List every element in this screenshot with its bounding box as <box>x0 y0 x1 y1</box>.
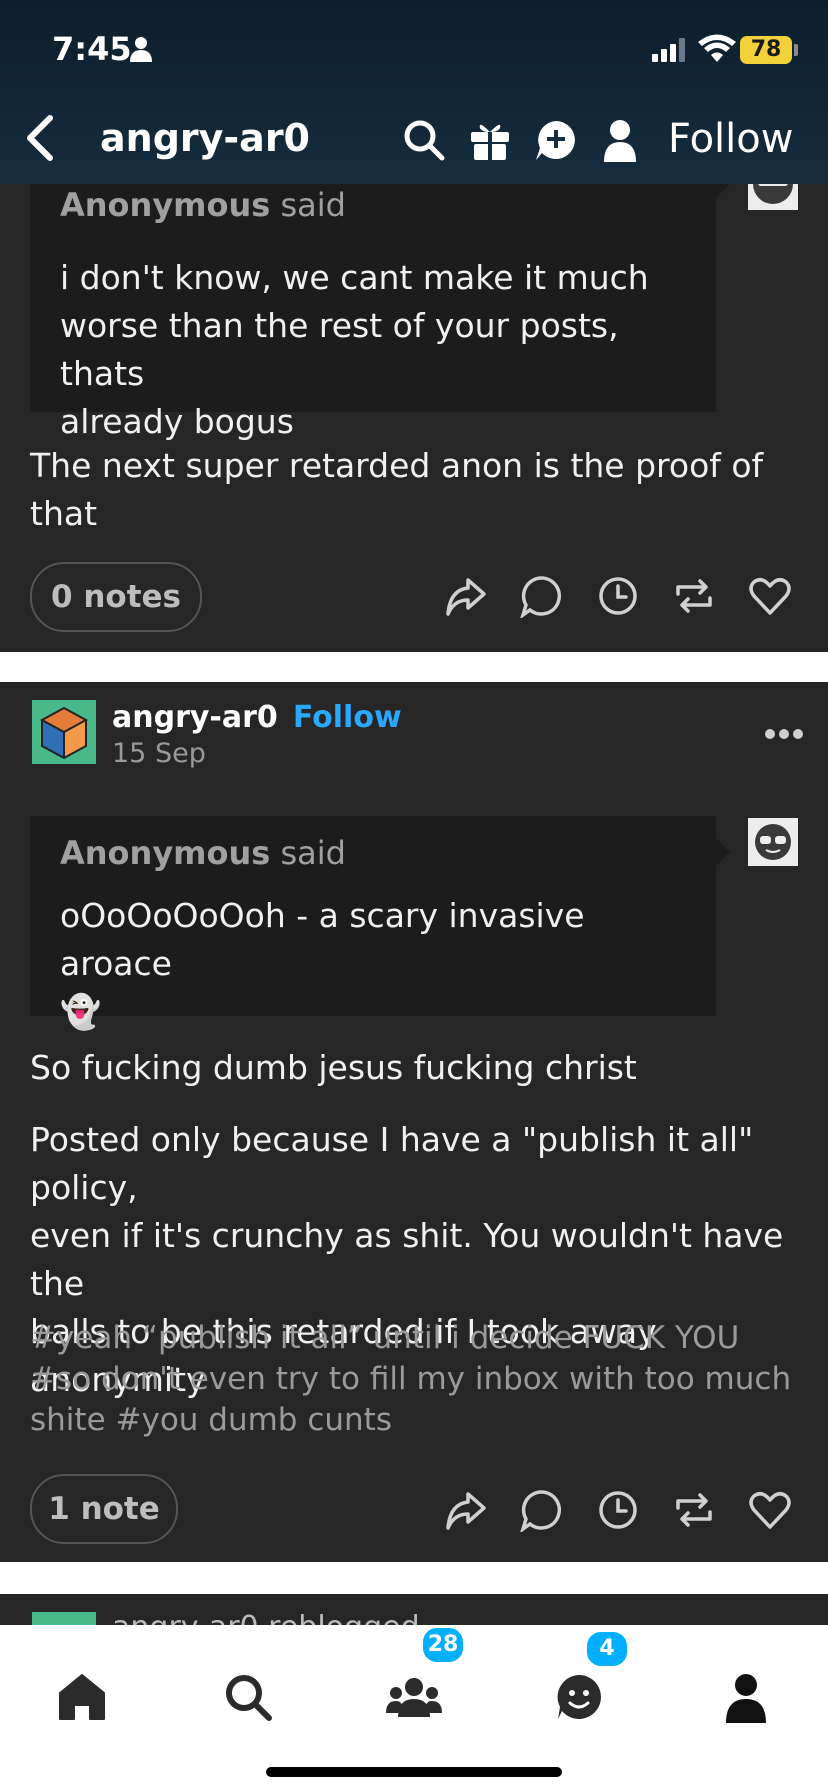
share-icon[interactable] <box>444 574 488 618</box>
profile-icon[interactable] <box>598 118 642 162</box>
cellular-signal-icon <box>652 38 685 62</box>
bottom-tab-bar: 28 4 <box>0 1625 828 1792</box>
post-card: Anonymous said i don't know, we cant mak… <box>0 164 828 652</box>
poster-follow-button[interactable]: Follow <box>293 700 402 735</box>
like-heart-icon[interactable] <box>748 1488 792 1532</box>
follow-button[interactable]: Follow <box>668 116 793 162</box>
post-card: angry-ar0 Follow 15 Sep Anonymous said o… <box>0 682 828 1562</box>
reply-icon[interactable] <box>520 1488 564 1532</box>
status-time: 7:45 <box>52 30 132 68</box>
ask-text: oOoOoOoOoh - a scary invasive aroace 👻 <box>60 896 585 1031</box>
account-icon[interactable] <box>720 1671 772 1723</box>
poster-avatar[interactable] <box>32 700 96 764</box>
ask-tail <box>716 838 730 866</box>
poster-line: angry-ar0 Follow <box>112 700 402 735</box>
ask-author: Anonymous said <box>60 186 346 224</box>
queue-clock-icon[interactable] <box>596 1488 640 1532</box>
home-indicator <box>266 1767 562 1777</box>
ask-box: Anonymous said oOoOoOoOoh - a scary inva… <box>30 816 716 1031</box>
reblog-icon[interactable] <box>672 1488 716 1532</box>
notes-button[interactable]: 1 note <box>30 1474 178 1544</box>
battery-nub <box>794 44 798 56</box>
post-body: The next super retarded anon is the proo… <box>30 446 764 533</box>
ask-box: Anonymous said i don't know, we cant mak… <box>30 184 716 441</box>
ask-author: Anonymous said <box>60 834 346 872</box>
post-date: 15 Sep <box>112 738 206 769</box>
search-icon[interactable] <box>402 118 446 162</box>
app-header: 7:45 78 angry-ar0 Follow <box>0 0 828 184</box>
battery-level: 78 <box>740 36 792 64</box>
poster-name[interactable]: angry-ar0 <box>112 700 278 735</box>
post-tags[interactable]: #yeah “publish it all” until i decide FU… <box>30 1318 810 1441</box>
sunglasses-face-icon <box>755 824 791 860</box>
ask-text: i don't know, we cant make it much worse… <box>60 258 649 441</box>
wifi-icon <box>698 34 736 62</box>
share-icon[interactable] <box>444 1488 488 1532</box>
gift-icon[interactable] <box>468 118 512 162</box>
communities-badge: 28 <box>420 1625 466 1665</box>
queue-clock-icon[interactable] <box>596 574 640 618</box>
asker-avatar[interactable] <box>748 164 798 210</box>
communities-icon[interactable] <box>386 1671 442 1723</box>
more-options-icon[interactable] <box>764 728 804 740</box>
activity-icon[interactable] <box>554 1671 606 1723</box>
cube-avatar-icon <box>39 706 89 760</box>
activity-badge: 4 <box>584 1629 630 1669</box>
new-message-icon[interactable] <box>534 118 578 162</box>
focus-person-icon <box>130 37 152 62</box>
reblog-icon[interactable] <box>672 574 716 618</box>
notes-button[interactable]: 0 notes <box>30 562 202 632</box>
reply-icon[interactable] <box>520 574 564 618</box>
search-icon[interactable] <box>222 1671 274 1723</box>
sunglasses-face-icon <box>753 164 793 204</box>
asker-avatar[interactable] <box>748 818 798 866</box>
post-body-line: So fucking dumb jesus fucking christ <box>30 1048 637 1087</box>
blog-title: angry-ar0 <box>100 116 311 160</box>
like-heart-icon[interactable] <box>748 574 792 618</box>
home-icon[interactable] <box>56 1671 108 1723</box>
back-chevron-icon[interactable] <box>22 112 58 164</box>
